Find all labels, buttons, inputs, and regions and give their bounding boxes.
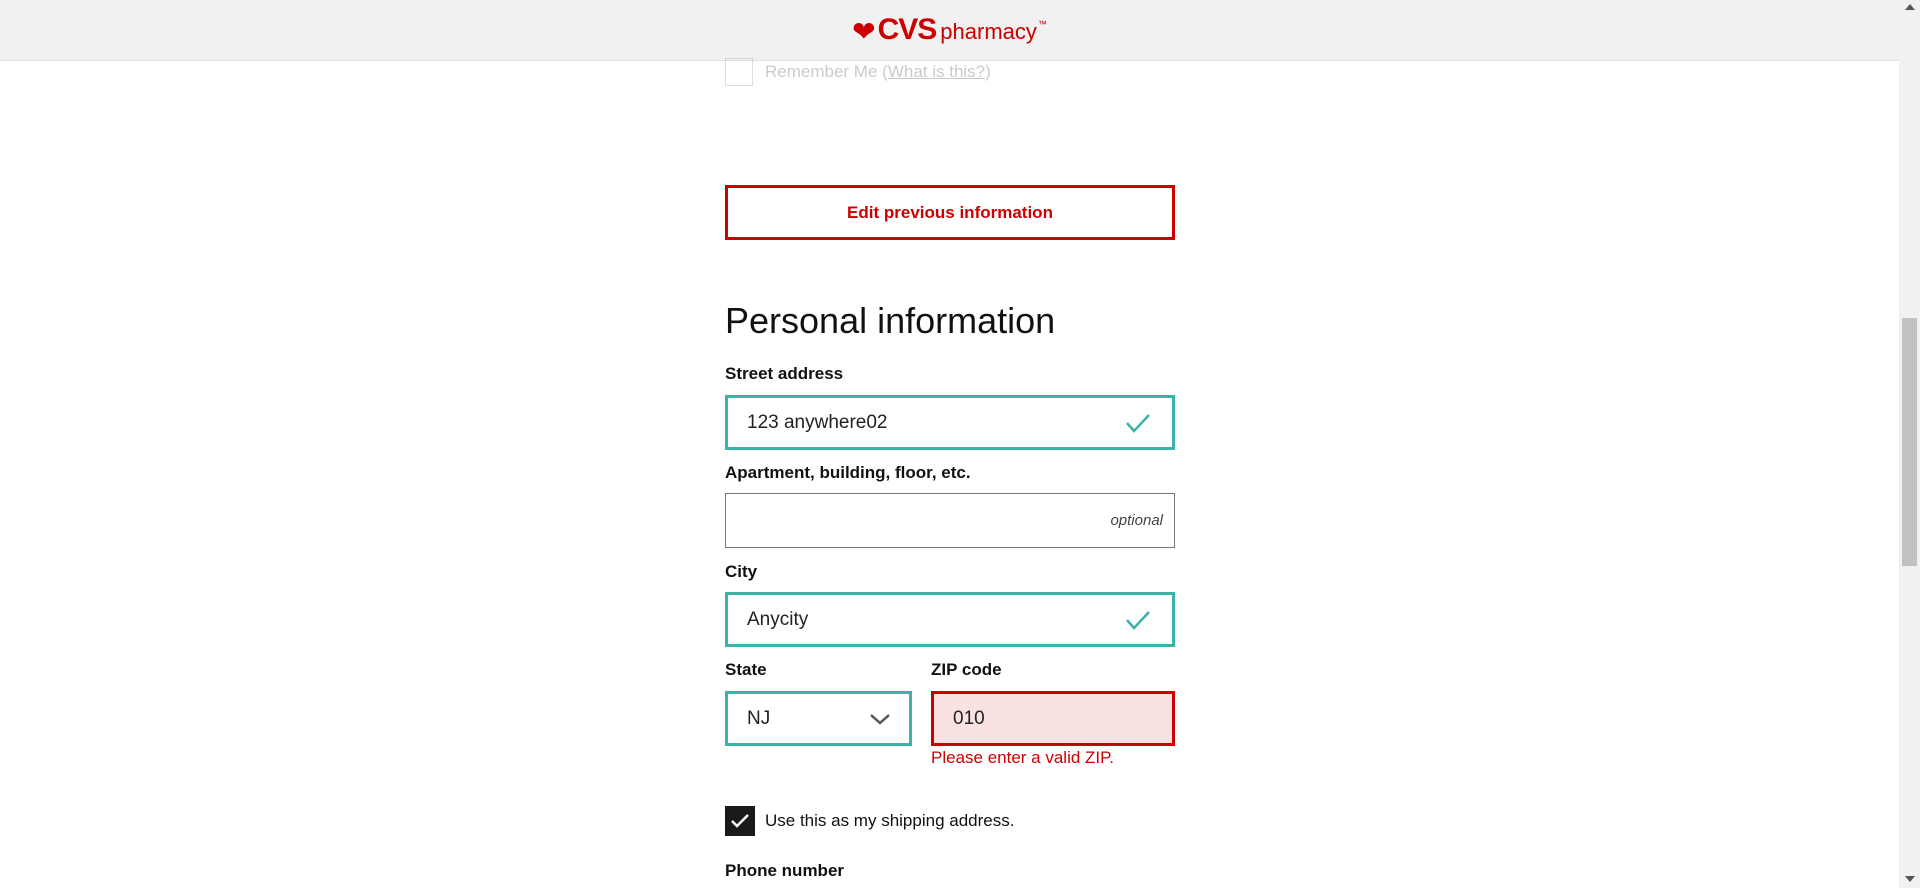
header-bar: ❤ CVS pharmacy ™ xyxy=(0,0,1899,61)
remember-me-text: Remember Me (What is this?) xyxy=(765,62,991,82)
zip-code-value: 010 xyxy=(953,707,985,729)
optional-hint: optional xyxy=(1110,512,1163,529)
city-value: Anycity xyxy=(747,608,809,630)
scrollbar-thumb[interactable] xyxy=(1902,318,1917,566)
zip-error-message: Please enter a valid ZIP. xyxy=(931,748,1115,767)
what-is-this-link[interactable]: What is this? xyxy=(888,62,985,81)
state-select[interactable]: NJ xyxy=(725,691,912,746)
apartment-field[interactable]: optional xyxy=(725,493,1175,548)
scroll-up-icon[interactable] xyxy=(1905,4,1915,10)
city-field[interactable]: Anycity xyxy=(725,592,1175,647)
heart-icon: ❤ xyxy=(852,16,876,47)
logo-brand: CVS xyxy=(877,13,938,46)
remember-me: Remember Me (What is this?) xyxy=(725,58,991,86)
state-value: NJ xyxy=(747,707,771,729)
street-address-value: 123 anywhere02 xyxy=(747,411,888,433)
shipping-address-option[interactable]: Use this as my shipping address. xyxy=(725,806,1014,836)
paren-close: ) xyxy=(985,62,991,81)
check-icon xyxy=(731,814,749,828)
remember-me-checkbox[interactable] xyxy=(725,58,753,86)
logo-trademark: ™ xyxy=(1037,19,1047,29)
phone-number-label: Phone number xyxy=(725,861,845,880)
chevron-down-icon xyxy=(870,713,890,725)
street-address-label: Street address xyxy=(725,364,844,383)
checkmark-icon xyxy=(1126,413,1150,433)
zip-code-field[interactable]: 010 xyxy=(931,691,1175,746)
edit-previous-information-button[interactable]: Edit previous information xyxy=(725,185,1175,240)
apartment-label: Apartment, building, floor, etc. xyxy=(725,463,971,482)
shipping-checkbox[interactable] xyxy=(725,806,755,836)
city-label: City xyxy=(725,562,758,581)
page-title: Personal information xyxy=(725,300,1056,341)
cvs-pharmacy-logo[interactable]: ❤ CVS pharmacy ™ xyxy=(852,13,1047,47)
checkmark-icon xyxy=(1126,610,1150,630)
state-label: State xyxy=(725,660,767,679)
remember-me-label: Remember Me xyxy=(765,62,878,81)
shipping-checkbox-label: Use this as my shipping address. xyxy=(765,811,1015,830)
logo-sub: pharmacy xyxy=(940,19,1037,44)
street-address-field[interactable]: 123 anywhere02 xyxy=(725,395,1175,450)
zip-code-label: ZIP code xyxy=(931,660,1002,679)
scroll-down-icon[interactable] xyxy=(1905,876,1915,882)
